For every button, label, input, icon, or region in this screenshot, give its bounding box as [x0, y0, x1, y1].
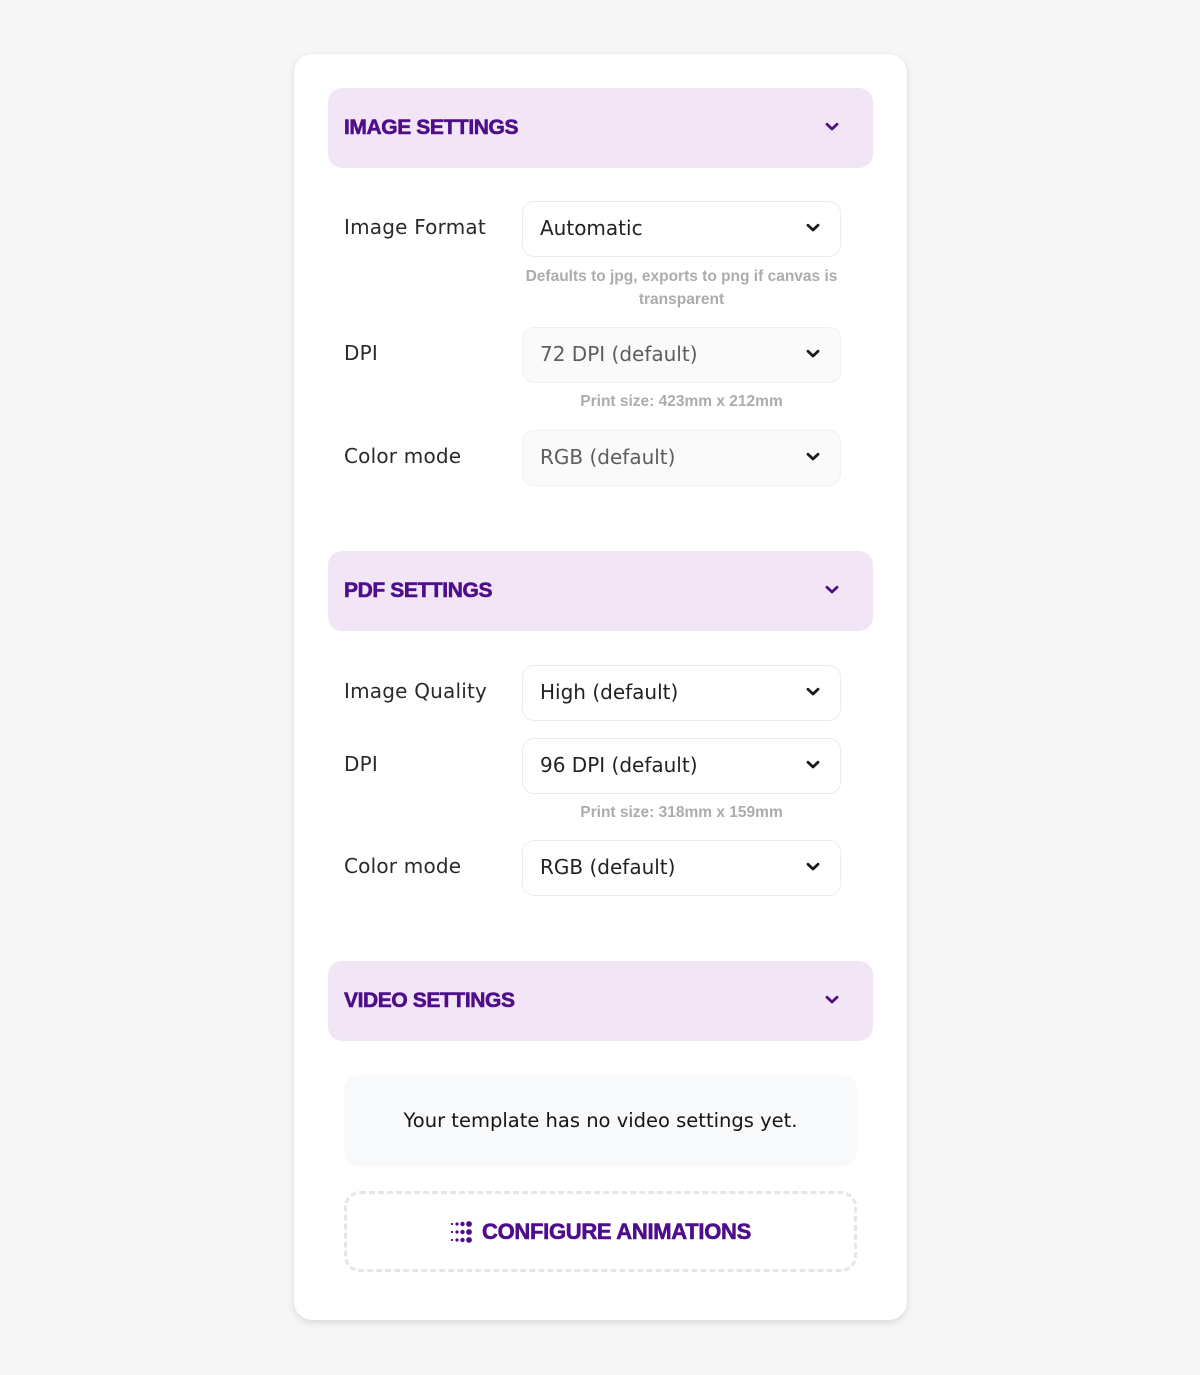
chevron-down-icon [825, 122, 839, 132]
chevron-down-icon [825, 585, 839, 595]
image-dpi-select[interactable]: 72 DPI (default) [522, 327, 841, 383]
pdf-color-mode-label: Color mode [344, 854, 462, 878]
image-format-select[interactable]: Automatic [522, 201, 841, 257]
image-dpi-value: 72 DPI (default) [540, 342, 698, 366]
image-format-hint: Defaults to jpg, exports to png if canva… [525, 268, 838, 308]
image-format-label: Image Format [344, 215, 486, 239]
video-empty-message: Your template has no video settings yet. [403, 1109, 798, 1132]
pdf-print-size-hint: Print size: 318mm x 159mm [580, 804, 783, 821]
chevron-down-icon [806, 349, 820, 359]
chevron-down-icon [806, 223, 820, 233]
pdf-dpi-value: 96 DPI (default) [540, 753, 698, 777]
video-empty-state: Your template has no video settings yet. [344, 1075, 857, 1166]
pdf-color-mode-select[interactable]: RGB (default) [522, 840, 841, 896]
pdf-image-quality-label: Image Quality [344, 679, 488, 703]
chevron-down-icon [806, 862, 820, 872]
pdf-dpi-select[interactable]: 96 DPI (default) [522, 738, 841, 794]
configure-animations-button[interactable]: CONFIGURE ANIMATIONS [344, 1191, 857, 1272]
video-settings-header[interactable]: VIDEO SETTINGS [328, 961, 873, 1041]
image-settings-title: IMAGE SETTINGS [344, 116, 519, 140]
image-color-mode-select[interactable]: RGB (default) [522, 430, 841, 486]
image-format-value: Automatic [540, 216, 643, 240]
image-dpi-label: DPI [344, 341, 378, 365]
pdf-image-quality-select[interactable]: High (default) [522, 665, 841, 721]
pdf-color-mode-value: RGB (default) [540, 855, 676, 879]
image-print-size-hint: Print size: 423mm x 212mm [580, 393, 783, 410]
video-settings-title: VIDEO SETTINGS [344, 989, 516, 1013]
configure-animations-label: CONFIGURE ANIMATIONS [482, 1218, 752, 1244]
pdf-settings-header[interactable]: PDF SETTINGS [328, 551, 873, 631]
chevron-down-icon [806, 687, 820, 697]
image-color-mode-label: Color mode [344, 444, 462, 468]
image-color-mode-value: RGB (default) [540, 445, 676, 469]
export-settings-panel: IMAGE SETTINGS Image Format Automatic De… [294, 54, 907, 1320]
image-settings-header[interactable]: IMAGE SETTINGS [328, 88, 873, 168]
pdf-dpi-label: DPI [344, 752, 378, 776]
pdf-image-quality-value: High (default) [540, 680, 679, 704]
chevron-down-icon [806, 760, 820, 770]
chevron-down-icon [825, 995, 839, 1005]
animation-dots-icon [450, 1220, 472, 1243]
chevron-down-icon [806, 452, 820, 462]
pdf-settings-title: PDF SETTINGS [344, 579, 493, 603]
